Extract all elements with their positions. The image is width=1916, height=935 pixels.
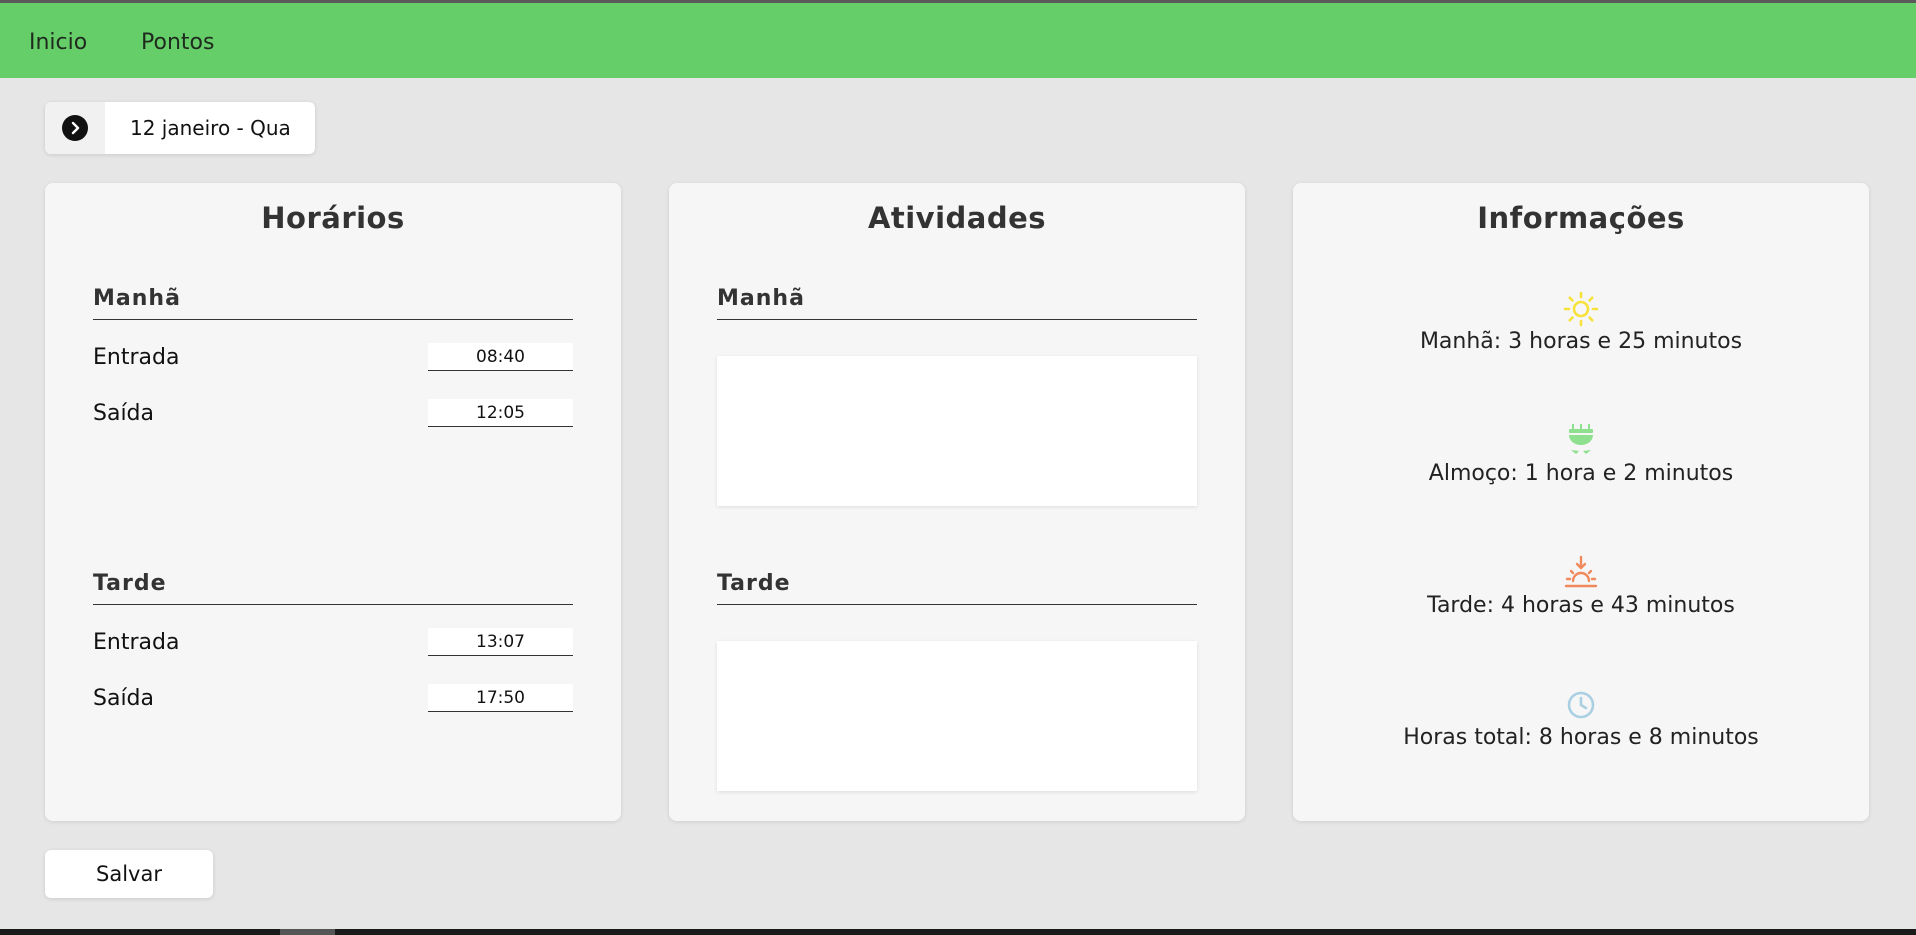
horarios-manha-title: Manhã: [93, 286, 573, 320]
info-manha: Manhã: 3 horas e 25 minutos: [1293, 291, 1869, 354]
navbar: Inicio Pontos: [0, 3, 1916, 78]
chevron-right-icon: [62, 115, 88, 141]
tarde-entrada-input[interactable]: [428, 628, 573, 656]
save-button[interactable]: Salvar: [45, 850, 213, 898]
tarde-entrada-label: Entrada: [93, 630, 180, 655]
manha-saida-label: Saída: [93, 401, 155, 426]
tarde-saida-label: Saída: [93, 686, 155, 711]
atividades-tarde-title: Tarde: [717, 571, 1197, 605]
info-almoco-text: Almoço: 1 hora e 2 minutos: [1428, 461, 1734, 486]
info-total-text: Horas total: 8 horas e 8 minutos: [1403, 725, 1759, 750]
taskbar-strip: [0, 929, 1916, 935]
sun-icon: [1563, 291, 1599, 327]
tarde-saida-input[interactable]: [428, 684, 573, 712]
current-date: 12 janeiro - Qua: [130, 116, 291, 140]
atividades-title: Atividades: [867, 201, 1047, 235]
info-manha-text: Manhã: 3 horas e 25 minutos: [1419, 329, 1743, 354]
date-selector: 12 janeiro - Qua: [45, 102, 315, 154]
informacoes-title: Informações: [1477, 201, 1685, 235]
informacoes-card: Informações Manhã: 3 horas e 25 minutos …: [1293, 183, 1869, 821]
clock-icon: [1567, 691, 1595, 719]
horarios-card: Horários Manhã Entrada Saída Tarde Entra…: [45, 183, 621, 821]
nav-link-pontos[interactable]: Pontos: [141, 30, 214, 55]
info-total: Horas total: 8 horas e 8 minutos: [1293, 687, 1869, 750]
manha-saida-input[interactable]: [428, 399, 573, 427]
atividades-manha-textarea[interactable]: [717, 356, 1197, 506]
atividades-tarde-textarea[interactable]: [717, 641, 1197, 791]
sunset-icon: [1564, 555, 1598, 588]
atividades-card: Atividades Manhã Tarde: [669, 183, 1245, 821]
info-almoco: Almoço: 1 hora e 2 minutos: [1293, 423, 1869, 486]
info-tarde-text: Tarde: 4 horas e 43 minutos: [1427, 593, 1735, 618]
atividades-manha-title: Manhã: [717, 286, 1197, 320]
lunch-icon: [1569, 424, 1593, 454]
manha-entrada-input[interactable]: [428, 343, 573, 371]
next-date-button[interactable]: [45, 102, 105, 154]
horarios-title: Horários: [261, 201, 405, 235]
info-tarde: Tarde: 4 horas e 43 minutos: [1293, 555, 1869, 618]
manha-entrada-label: Entrada: [93, 345, 180, 370]
horarios-tarde-title: Tarde: [93, 571, 573, 605]
nav-link-inicio[interactable]: Inicio: [29, 30, 87, 55]
